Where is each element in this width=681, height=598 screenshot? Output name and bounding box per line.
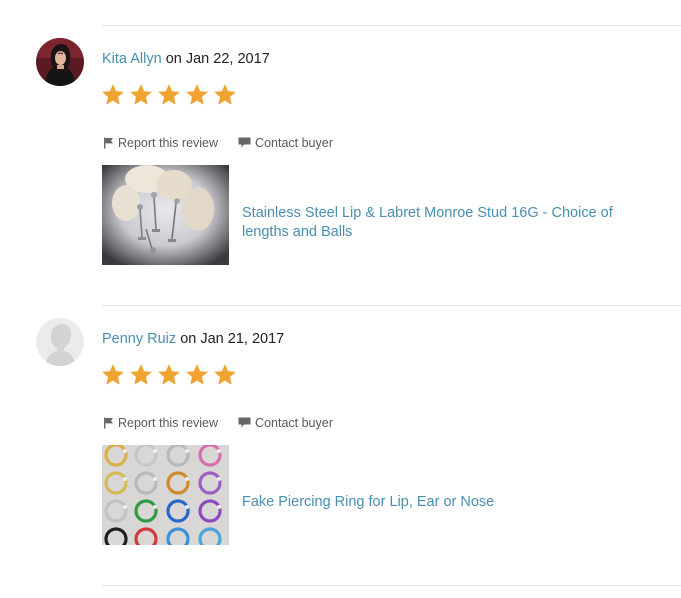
review-byline: Kita Allyn on Jan 22, 2017 (102, 50, 270, 68)
divider (102, 25, 681, 26)
star-icon (213, 83, 237, 107)
reviewer-name-link[interactable]: Kita Allyn (102, 51, 162, 67)
contact-buyer-button[interactable]: Contact buyer (238, 416, 333, 430)
report-review-label: Report this review (118, 136, 219, 150)
on-word: on (165, 51, 182, 67)
listing-title-link[interactable]: Fake Piercing Ring for Lip, Ear or Nose (242, 493, 642, 512)
review-byline: Penny Ruiz on Jan 21, 2017 (102, 330, 284, 348)
speech-bubble-icon (238, 137, 251, 149)
report-review-label: Report this review (118, 416, 219, 430)
star-icon (157, 83, 181, 107)
star-icon (185, 83, 209, 107)
star-icon (129, 83, 153, 107)
review-actions: Report this review Contact buyer (103, 416, 333, 430)
review-item: Kita Allyn on Jan 22, 2017 Report this r… (0, 38, 681, 318)
divider (102, 585, 681, 586)
on-word: on (180, 331, 197, 347)
divider (102, 305, 681, 306)
review-actions: Report this review Contact buyer (103, 136, 333, 150)
star-icon (101, 363, 125, 387)
star-rating (101, 83, 241, 107)
star-icon (129, 363, 153, 387)
star-icon (157, 363, 181, 387)
star-rating (101, 363, 241, 387)
flag-icon (103, 417, 114, 429)
contact-buyer-label: Contact buyer (255, 136, 333, 150)
listing-thumbnail[interactable] (102, 165, 229, 265)
star-icon (101, 83, 125, 107)
flag-icon (103, 137, 114, 149)
speech-bubble-icon (238, 417, 251, 429)
report-review-button[interactable]: Report this review (103, 136, 218, 150)
star-icon (213, 363, 237, 387)
star-icon (185, 363, 209, 387)
review-item: Penny Ruiz on Jan 21, 2017 Report this r… (0, 318, 681, 598)
listing-title-link[interactable]: Stainless Steel Lip & Labret Monroe Stud… (242, 204, 642, 242)
reviewer-name-link[interactable]: Penny Ruiz (102, 331, 176, 347)
contact-buyer-label: Contact buyer (255, 416, 333, 430)
review-date: Jan 21, 2017 (200, 331, 285, 347)
reviewer-avatar[interactable] (36, 318, 84, 366)
reviewer-avatar[interactable] (36, 38, 84, 86)
contact-buyer-button[interactable]: Contact buyer (238, 136, 333, 150)
report-review-button[interactable]: Report this review (103, 416, 218, 430)
review-date: Jan 22, 2017 (185, 51, 270, 67)
listing-thumbnail[interactable] (102, 445, 229, 545)
